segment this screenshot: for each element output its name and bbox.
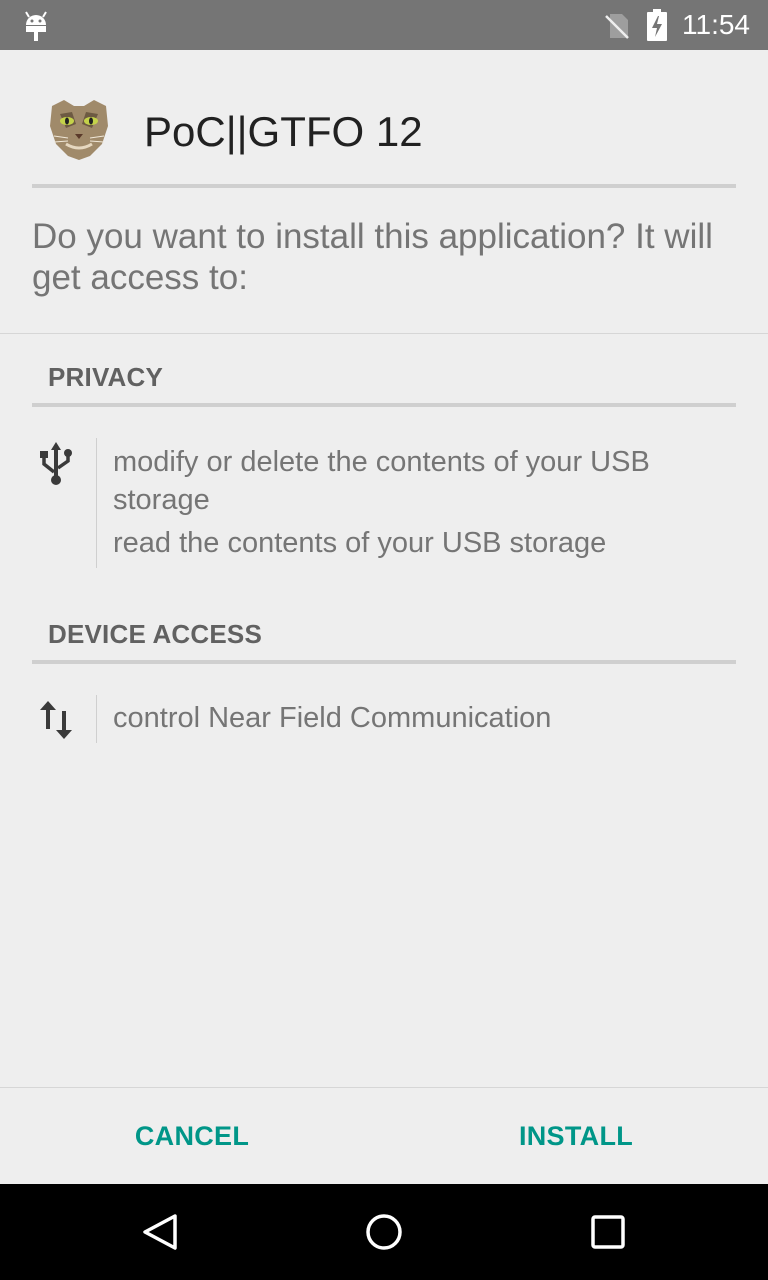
usb-icon: [36, 440, 76, 493]
permission-group-privacy: modify or delete the contents of your US…: [0, 438, 768, 568]
no-sim-icon: [604, 12, 630, 45]
permission-divider-line: [96, 438, 97, 568]
device-access-divider: [32, 660, 736, 664]
cat-face-app-icon: [46, 96, 112, 162]
install-button[interactable]: INSTALL: [384, 1088, 768, 1185]
permission-nfc-control: control Near Field Communication: [113, 702, 552, 734]
permission-usb-modify: modify or delete the contents of your US…: [113, 446, 650, 516]
back-icon[interactable]: [140, 1212, 180, 1257]
permission-group-device-access: control Near Field Communication: [0, 695, 768, 745]
android-icon: [22, 9, 50, 48]
status-clock: 11:54: [682, 9, 750, 40]
prompt-divider: [0, 333, 768, 334]
action-bar: CANCEL INSTALL: [0, 1087, 768, 1184]
home-icon[interactable]: [364, 1212, 404, 1257]
permission-divider-line: [96, 695, 97, 743]
status-bar: 11:54: [0, 0, 768, 50]
cancel-button[interactable]: CANCEL: [0, 1088, 384, 1185]
battery-charging-icon: [646, 9, 668, 46]
permission-usb-read: read the contents of your USB storage: [113, 527, 607, 559]
app-title: PoC||GTFO 12: [144, 108, 423, 155]
header-divider: [32, 184, 736, 188]
app-header: PoC||GTFO 12: [0, 50, 768, 190]
nfc-arrows-icon: [38, 699, 74, 746]
privacy-divider: [32, 403, 736, 407]
recents-icon[interactable]: [590, 1212, 626, 1257]
navigation-bar: [0, 1184, 768, 1280]
section-title-privacy: PRIVACY: [48, 362, 164, 392]
section-title-device-access: DEVICE ACCESS: [48, 619, 263, 649]
install-prompt: Do you want to install this application?…: [32, 217, 713, 297]
